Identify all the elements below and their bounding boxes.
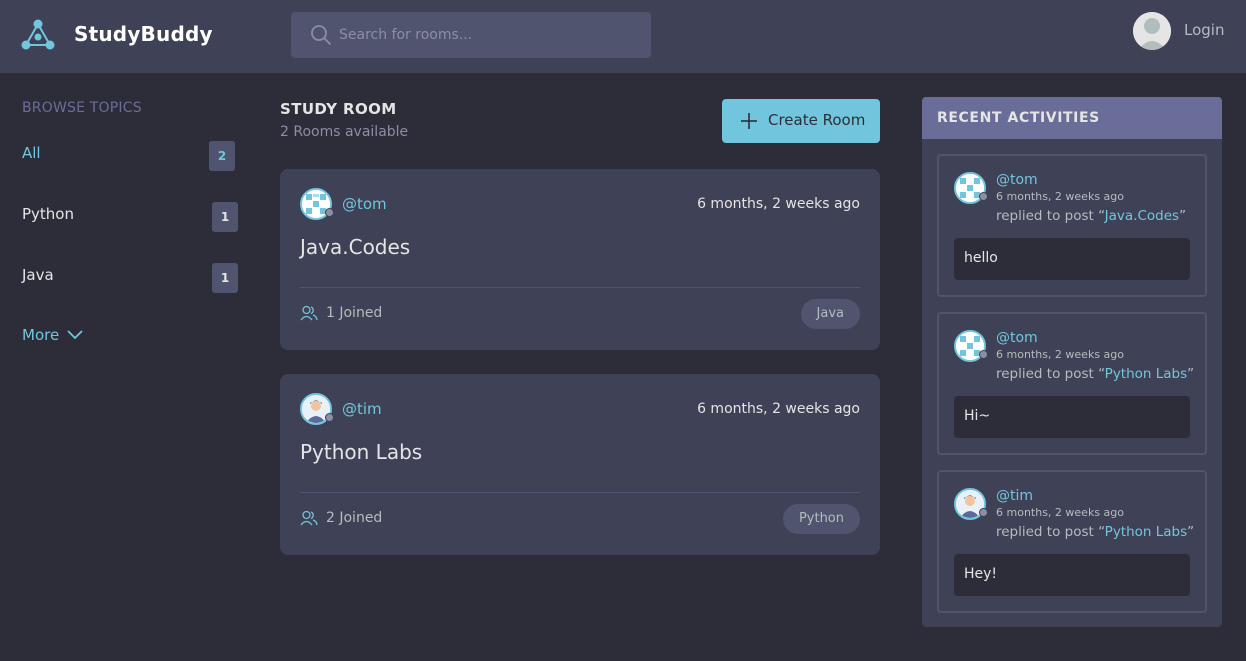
room-name[interactable]: Java.Codes bbox=[300, 235, 410, 259]
search-bar[interactable] bbox=[291, 12, 651, 58]
search-icon bbox=[311, 25, 331, 45]
recent-activities-panel: RECENT ACTIVITIES @tom 6 months, 2 weeks… bbox=[922, 97, 1222, 627]
room-time: 6 months, 2 weeks ago bbox=[697, 196, 860, 212]
topic-java[interactable]: Java bbox=[22, 266, 54, 284]
create-room-button[interactable]: Create Room bbox=[722, 99, 880, 143]
rooms-available-count: 2 Rooms available bbox=[280, 124, 409, 140]
activity-message: hello bbox=[954, 238, 1190, 280]
activity-message: Hey! bbox=[954, 554, 1190, 596]
chevron-down-icon[interactable] bbox=[66, 326, 84, 344]
activity-post-link[interactable]: Python Labs bbox=[1105, 524, 1187, 540]
status-dot bbox=[325, 413, 334, 422]
status-dot bbox=[325, 208, 334, 217]
activity-time: 6 months, 2 weeks ago bbox=[996, 190, 1124, 203]
study-room-title: STUDY ROOM bbox=[280, 100, 397, 118]
activity-item: @tim 6 months, 2 weeks ago replied to po… bbox=[937, 470, 1207, 613]
activity-item: @tom 6 months, 2 weeks ago replied to po… bbox=[937, 154, 1207, 297]
activity-time: 6 months, 2 weeks ago bbox=[996, 348, 1124, 361]
activity-user[interactable]: @tom bbox=[996, 330, 1038, 346]
topic-python-count: 1 bbox=[212, 202, 238, 232]
activity-post-link[interactable]: Java.Codes bbox=[1105, 208, 1179, 224]
activity-user[interactable]: @tim bbox=[996, 488, 1033, 504]
browse-topics-title: Browse Topics bbox=[22, 100, 142, 116]
recent-activities-title: RECENT ACTIVITIES bbox=[937, 110, 1100, 126]
room-host[interactable]: @tom bbox=[342, 195, 387, 213]
more-topics-link[interactable]: More bbox=[22, 326, 59, 344]
activity-item: @tom 6 months, 2 weeks ago replied to po… bbox=[937, 312, 1207, 455]
topic-java-count: 1 bbox=[212, 263, 238, 293]
room-topic-tag[interactable]: Python bbox=[782, 504, 860, 534]
topic-all[interactable]: All bbox=[22, 144, 41, 162]
room-card[interactable]: @tim 6 months, 2 weeks ago Python Labs 2… bbox=[280, 374, 880, 555]
topic-all-count: 2 bbox=[209, 141, 235, 171]
divider bbox=[300, 287, 860, 288]
activity-time: 6 months, 2 weeks ago bbox=[996, 506, 1124, 519]
users-icon bbox=[300, 510, 318, 526]
status-dot bbox=[979, 192, 988, 201]
plus-icon bbox=[741, 113, 757, 129]
create-room-label: Create Room bbox=[768, 111, 866, 129]
logo-icon[interactable] bbox=[20, 18, 56, 52]
activity-description: replied to post “Java.Codes” bbox=[996, 208, 1187, 224]
activity-prefix: replied to post bbox=[996, 208, 1094, 224]
status-dot bbox=[979, 350, 988, 359]
room-joined-count: 1 Joined bbox=[326, 305, 383, 321]
status-dot bbox=[979, 508, 988, 517]
activity-user[interactable]: @tom bbox=[996, 172, 1038, 188]
login-link[interactable]: Login bbox=[1184, 21, 1224, 39]
activity-prefix: replied to post bbox=[996, 366, 1094, 382]
activity-prefix: replied to post bbox=[996, 524, 1094, 540]
room-time: 6 months, 2 weeks ago bbox=[697, 401, 860, 417]
activity-description: replied to post “Python Labs” bbox=[996, 366, 1195, 382]
users-icon bbox=[300, 305, 318, 321]
top-navbar: StudyBuddy Login bbox=[0, 0, 1246, 73]
brand-name[interactable]: StudyBuddy bbox=[74, 22, 213, 46]
activity-description: replied to post “Python Labs” bbox=[996, 524, 1195, 540]
room-joined-count: 2 Joined bbox=[326, 510, 383, 526]
user-silhouette-icon bbox=[1133, 12, 1171, 50]
activity-post-link[interactable]: Python Labs bbox=[1105, 366, 1187, 382]
recent-activities-header: RECENT ACTIVITIES bbox=[922, 97, 1222, 139]
room-card[interactable]: @tom 6 months, 2 weeks ago Java.Codes 1 … bbox=[280, 169, 880, 350]
room-topic-tag[interactable]: Java bbox=[800, 299, 860, 329]
room-name[interactable]: Python Labs bbox=[300, 440, 422, 464]
search-input[interactable] bbox=[339, 12, 639, 58]
user-avatar[interactable] bbox=[1133, 12, 1171, 50]
room-host[interactable]: @tim bbox=[342, 400, 382, 418]
divider bbox=[300, 492, 860, 493]
activity-message: Hi~ bbox=[954, 396, 1190, 438]
topic-python[interactable]: Python bbox=[22, 205, 74, 223]
